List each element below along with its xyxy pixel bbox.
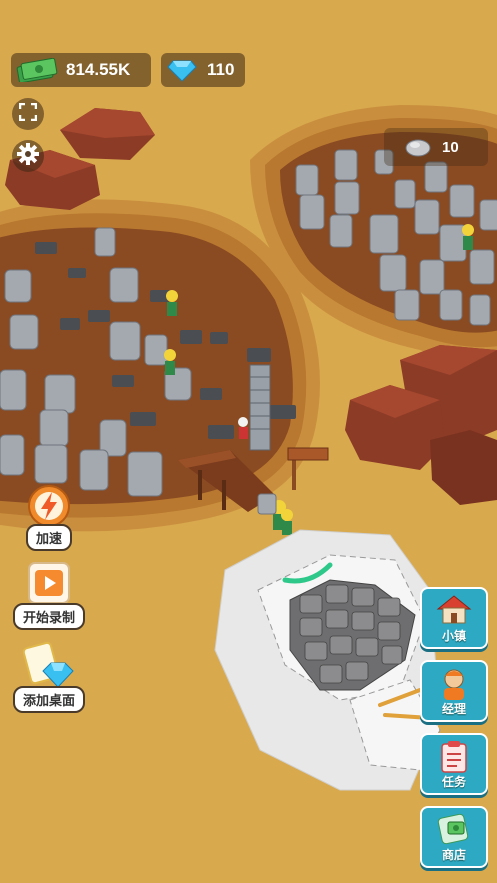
speed-up-label: 加速 [25,524,72,551]
settings-button[interactable] [12,140,44,172]
gear-icon [17,142,39,170]
manager-button[interactable]: 经理 [420,660,488,722]
miner-5 [281,509,293,535]
town-house-icon [436,593,472,630]
manager-icon [437,666,471,705]
cash-value: 814.55K [66,60,131,79]
miner-6 [238,417,248,439]
speed-up-icon [19,478,79,530]
shop-button[interactable]: 商店 [420,806,488,868]
stone-counter: 10 [384,128,488,166]
stone-lift-pillar[interactable] [249,364,271,451]
add-desktop-label: 添加桌面 [12,686,85,713]
town-button[interactable]: 小镇 [420,587,488,649]
gem-value: 110 [207,60,235,79]
task-button[interactable]: 任务 [420,733,488,795]
shop-icon [437,812,471,851]
miner-3 [462,224,474,250]
cash-icon [16,57,58,84]
diamond-icon [167,58,197,82]
add-desktop-icon [19,640,79,692]
start-recording-label: 开始录制 [12,603,85,630]
fullscreen-button[interactable] [12,98,44,130]
record-icon [19,557,79,609]
gem-counter: 110 [161,53,245,87]
task-clipboard-icon [439,739,469,778]
stone-icon [404,137,432,157]
start-recording-button[interactable]: 开始录制 [8,557,90,630]
speed-up-button[interactable]: 加速 [8,478,90,551]
add-desktop-button[interactable]: 添加桌面 [8,640,90,713]
cash-counter: 814.55K [11,53,151,87]
stone-count-value: 10 [442,138,459,156]
miner-2 [164,349,176,375]
miner-1 [166,290,178,316]
fullscreen-icon [18,102,38,126]
